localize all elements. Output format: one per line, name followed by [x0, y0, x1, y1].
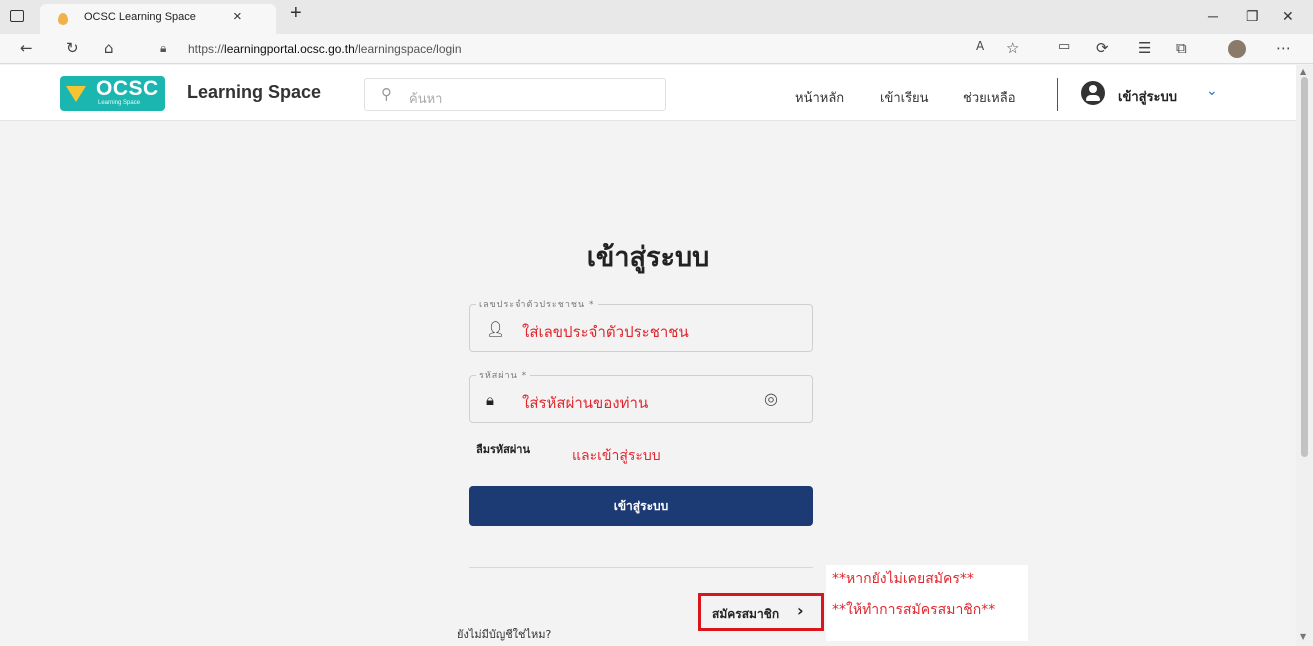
favorites-icon[interactable]: ☰	[1138, 39, 1151, 57]
close-window-icon[interactable]: ✕	[1282, 8, 1294, 25]
signup-label: สมัครสมาชิก	[712, 607, 780, 621]
restore-icon[interactable]: ❐	[1246, 8, 1259, 25]
scroll-thumb[interactable]	[1301, 77, 1308, 457]
collections-icon[interactable]: ⧉	[1176, 39, 1187, 57]
signup-annotation-2: **ให้ทำการสมัครสมาชิก**	[832, 602, 996, 618]
logo-text: OCSC	[96, 77, 159, 100]
nav-courses[interactable]: เข้าเรียน	[880, 87, 929, 108]
refresh-icon[interactable]: ↻	[66, 39, 79, 57]
split-screen-icon[interactable]: ▭	[1058, 39, 1070, 54]
no-account-text: ยังไม่มีบัญชีใช่ไหม?	[457, 628, 552, 641]
browser-toolbar: ← ↻ ⌂ 🔒︎ https://learningportal.ocsc.go.…	[0, 34, 1313, 64]
search-input[interactable]: ⚲ ค้นหา	[364, 78, 666, 111]
read-aloud-icon[interactable]: A	[976, 39, 984, 53]
forgot-password-link[interactable]: ลืมรหัสผ่าน	[476, 440, 530, 458]
id-number-field[interactable]: เลขประจำตัวประชาชน * 👤︎ ใส่เลขประจำตัวปร…	[469, 297, 813, 352]
search-icon: ⚲	[381, 85, 392, 103]
browser-tabstrip: OCSC Learning Space × + ─ ❐ ✕	[0, 0, 1313, 34]
eye-off-icon[interactable]: ◎	[764, 389, 778, 408]
home-icon[interactable]: ⌂	[104, 39, 114, 57]
signup-annotation-1: **หากยังไม่เคยสมัคร**	[832, 571, 974, 587]
page: OCSC Learning Space Learning Space ⚲ ค้น…	[0, 65, 1296, 646]
signup-button[interactable]: สมัครสมาชิก ›	[698, 593, 824, 631]
login-button[interactable]: เข้าสู่ระบบ	[469, 486, 813, 526]
id-number-value[interactable]: ใส่เลขประจำตัวประชาชน	[522, 320, 689, 344]
browser-tab[interactable]: OCSC Learning Space ×	[40, 4, 276, 34]
page-title: เข้าสู่ระบบ	[586, 242, 710, 273]
password-value[interactable]: ใส่รหัสผ่านของท่าน	[522, 391, 648, 415]
search-placeholder: ค้นหา	[409, 92, 443, 107]
url-text[interactable]: https://learningportal.ocsc.go.th/learni…	[188, 42, 462, 56]
nav-help[interactable]: ช่วยเหลือ	[963, 87, 1016, 108]
profile-avatar[interactable]	[1228, 40, 1246, 58]
more-menu-icon[interactable]: ⋯	[1276, 39, 1291, 57]
lock-icon[interactable]: 🔒︎	[160, 41, 166, 56]
back-icon[interactable]: ←	[20, 39, 33, 57]
ocsc-logo[interactable]: OCSC Learning Space	[60, 76, 165, 111]
site-header: OCSC Learning Space Learning Space ⚲ ค้น…	[0, 65, 1296, 121]
scrollbar[interactable]: ▲ ▼	[1296, 65, 1313, 646]
add-favorite-icon[interactable]: ☆	[1006, 39, 1019, 57]
nav-divider	[1057, 78, 1058, 111]
logo-subtext: Learning Space	[98, 100, 141, 106]
minimize-icon[interactable]: ─	[1208, 8, 1218, 24]
scroll-up-icon[interactable]: ▲	[1300, 67, 1306, 76]
id-number-label: เลขประจำตัวประชาชน *	[476, 297, 598, 311]
new-tab-button[interactable]: +	[290, 2, 302, 25]
chevron-down-icon[interactable]: ⌄	[1206, 83, 1218, 99]
tab-actions-icon[interactable]	[10, 10, 24, 22]
header-login-link[interactable]: เข้าสู่ระบบ	[1118, 86, 1177, 107]
person-icon: 👤︎	[486, 320, 506, 338]
password-label: รหัสผ่าน *	[476, 368, 531, 382]
chevron-right-icon: ›	[797, 601, 804, 620]
extensions-icon[interactable]: ⟳	[1096, 39, 1109, 57]
tab-title: OCSC Learning Space	[84, 11, 196, 23]
divider	[469, 567, 813, 568]
logo-mark-icon	[66, 86, 86, 102]
password-field[interactable]: รหัสผ่าน * 🔒︎ ใส่รหัสผ่านของท่าน ◎	[469, 368, 813, 423]
tab-close-icon[interactable]: ×	[233, 8, 242, 25]
scroll-down-icon[interactable]: ▼	[1300, 632, 1306, 641]
address-bar[interactable]: 🔒︎ https://learningportal.ocsc.go.th/lea…	[150, 37, 1040, 61]
login-annotation: และเข้าสู่ระบบ	[572, 448, 661, 464]
lock-icon: 🔒︎	[486, 391, 494, 409]
brand-name[interactable]: Learning Space	[187, 82, 321, 103]
nav-home[interactable]: หน้าหลัก	[795, 87, 844, 108]
favicon-icon	[58, 13, 68, 25]
user-icon[interactable]	[1081, 81, 1105, 105]
